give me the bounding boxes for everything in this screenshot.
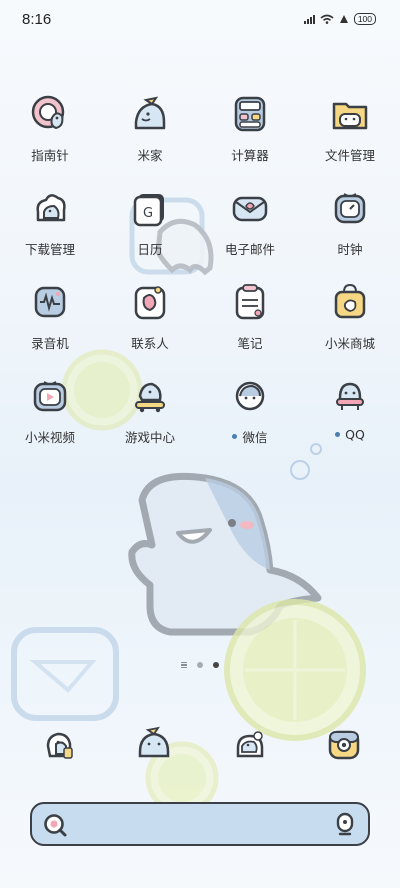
app-label: 日历 [137, 242, 163, 257]
app-label-text: 微信 [242, 430, 268, 445]
game-center-icon [135, 382, 165, 413]
wifi-icon [320, 14, 334, 24]
app-file-manager[interactable]: 文件管理 [300, 88, 400, 182]
app-mi-store[interactable]: 小米商城 [300, 276, 400, 370]
app-label-text: QQ [345, 427, 365, 442]
app-calculator[interactable]: 计算器 [200, 88, 300, 182]
activity-icon [339, 15, 348, 23]
app-label: 时钟 [337, 242, 363, 257]
app-label: 游戏中心 [124, 430, 175, 445]
microphone-icon[interactable] [334, 812, 356, 838]
dock [0, 722, 400, 772]
svg-text:G: G [143, 206, 153, 221]
page-dot [197, 662, 203, 668]
app-recorder[interactable]: 录音机 [0, 276, 100, 370]
signal-icon [303, 14, 315, 24]
app-label: 小米商城 [324, 336, 375, 351]
app-label: 米家 [137, 148, 163, 163]
app-calendar[interactable]: G 日历 [100, 182, 200, 276]
battery-level: 100 [353, 13, 376, 25]
app-label: 微信 [232, 427, 268, 446]
contacts-icon [134, 286, 166, 320]
download-manager-icon [36, 194, 66, 222]
recorder-icon [34, 286, 66, 318]
app-mi-video[interactable]: 小米视频 [0, 370, 100, 464]
wechat-icon [235, 381, 265, 411]
camera-icon[interactable] [322, 722, 366, 766]
search-bar[interactable] [30, 802, 370, 846]
messages-icon[interactable] [132, 722, 176, 766]
app-label: 下载管理 [24, 242, 75, 257]
battery-icon: 100 [353, 13, 376, 25]
clock-icon [334, 193, 366, 224]
app-label: 小米视频 [24, 430, 75, 445]
compass-icon [31, 95, 65, 130]
app-clock[interactable]: 时钟 [300, 182, 400, 276]
calendar-icon: G [133, 194, 164, 227]
phone-icon[interactable] [38, 722, 82, 766]
app-label: 笔记 [237, 336, 263, 351]
app-label: 计算器 [231, 148, 269, 163]
app-contacts[interactable]: 联系人 [100, 276, 200, 370]
mi-video-icon [33, 381, 67, 412]
qq-icon [336, 382, 364, 410]
status-time: 8:16 [22, 11, 52, 28]
app-game-center[interactable]: 游戏中心 [100, 370, 200, 464]
app-label: 指南针 [31, 148, 69, 163]
search-icon[interactable] [42, 812, 68, 838]
app-label: 录音机 [31, 336, 69, 351]
email-icon [232, 196, 268, 222]
app-label: QQ [335, 427, 365, 442]
app-label: 电子邮件 [224, 242, 275, 257]
mi-store-icon [334, 283, 366, 319]
app-compass[interactable]: 指南针 [0, 88, 100, 182]
app-wechat[interactable]: 微信 [200, 370, 300, 464]
status-icons: 100 [303, 13, 376, 25]
calculator-icon [234, 96, 266, 132]
browser-icon[interactable] [228, 722, 272, 766]
page-indicator[interactable] [0, 662, 400, 668]
app-notes[interactable]: 笔记 [200, 276, 300, 370]
app-label: 文件管理 [324, 148, 375, 163]
app-qq[interactable]: QQ [300, 370, 400, 464]
new-badge [335, 432, 341, 437]
mijia-icon [134, 96, 166, 130]
app-download-manager[interactable]: 下载管理 [0, 182, 100, 276]
app-mijia[interactable]: 米家 [100, 88, 200, 182]
status-bar: 8:16 100 [0, 0, 400, 40]
new-badge [232, 434, 238, 439]
page-dot-active [213, 662, 219, 668]
minus-one-screen-icon [181, 662, 187, 668]
app-email[interactable]: 电子邮件 [200, 182, 300, 276]
notes-icon [235, 284, 265, 320]
file-manager-icon [332, 102, 368, 130]
app-label: 联系人 [131, 336, 169, 351]
